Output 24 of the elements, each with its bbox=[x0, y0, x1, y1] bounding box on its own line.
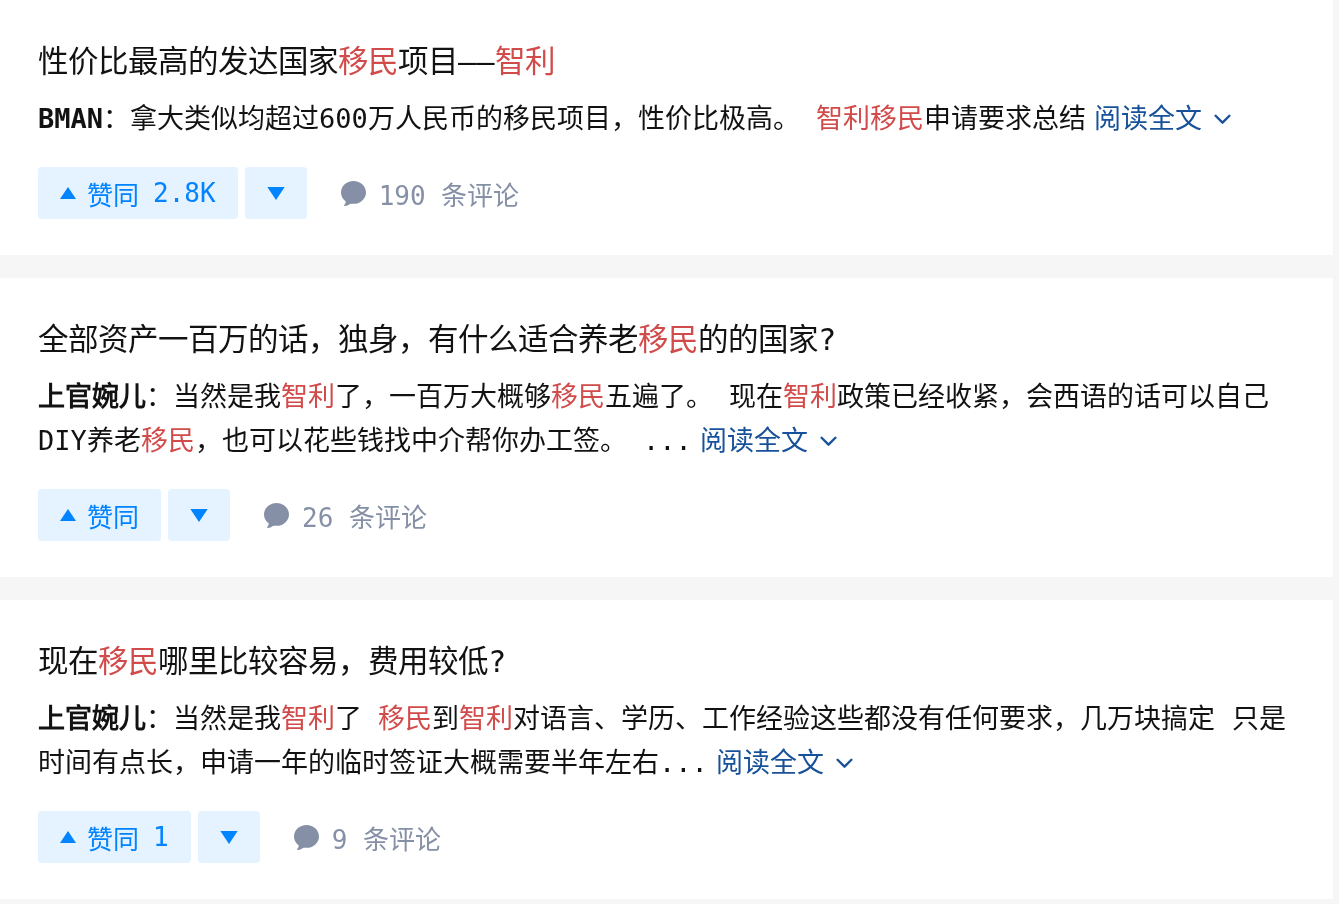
read-more-link[interactable]: 阅读全文 bbox=[699, 425, 837, 456]
triangle-up-icon bbox=[60, 831, 76, 843]
speech-bubble-icon bbox=[264, 502, 289, 528]
triangle-up-icon bbox=[60, 187, 76, 199]
answer-excerpt: 上官婉儿：当然是我智利了 移民到智利对语言、学历、工作经验这些都没有任何要求，几万块搞定 只是时间有点长，申请一年的临时签证大概需要半年左右... 阅读全文 bbox=[38, 702, 1287, 780]
downvote-button[interactable] bbox=[168, 489, 230, 541]
chevron-down-icon bbox=[819, 436, 837, 447]
triangle-down-icon bbox=[219, 830, 238, 844]
question-title[interactable]: 现在移民哪里比较容易，费用较低? bbox=[38, 640, 1295, 684]
triangle-up-icon bbox=[60, 509, 76, 521]
speech-bubble-icon bbox=[293, 824, 319, 850]
speech-bubble-icon bbox=[340, 180, 366, 206]
triangle-down-icon bbox=[190, 508, 208, 522]
triangle-down-icon bbox=[266, 186, 285, 200]
answer-excerpt: BMAN：拿大类似均超过600万人民币的移民项目，性价比极高。 智利移民申请要求总结 阅读全文 bbox=[38, 97, 1295, 141]
question-title[interactable]: 性价比最高的发达国家移民项目——智利 bbox=[38, 40, 1295, 84]
downvote-button[interactable] bbox=[244, 167, 307, 219]
chevron-down-icon bbox=[835, 758, 853, 769]
question-title[interactable]: 全部资产一百万的话，独身，有什么适合养老移民的的国家? bbox=[38, 318, 1295, 362]
read-more-link[interactable]: 阅读全文 bbox=[715, 747, 853, 778]
answer-excerpt: 上官婉儿：当然是我智利了，一百万大概够移民五遍了。 现在智利政策已经收紧，会西语的话可以自己DIY养老移民，也可以花些钱找中介帮你办工签。 ... 阅读全文 bbox=[38, 380, 1271, 458]
chevron-down-icon bbox=[1214, 114, 1232, 125]
read-more-link[interactable]: 阅读全文 bbox=[1094, 103, 1232, 134]
downvote-button[interactable] bbox=[197, 811, 260, 863]
